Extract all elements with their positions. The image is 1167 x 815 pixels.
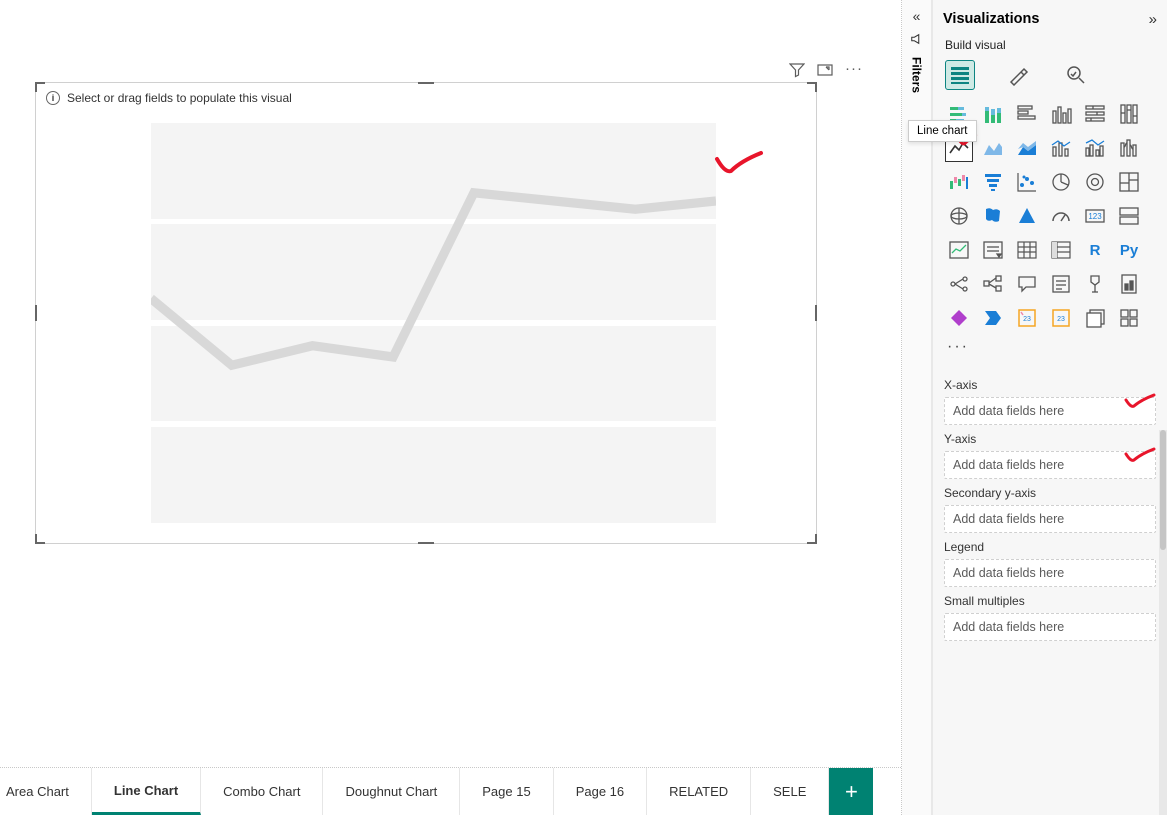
expand-filters-icon[interactable]: «	[913, 8, 921, 24]
build-visual-label: Build visual	[933, 38, 1167, 56]
field-well-label: X-axis	[944, 378, 1156, 392]
decomposition-tree-icon[interactable]	[979, 270, 1007, 298]
field-well-dropzone[interactable]: Add data fields here	[944, 451, 1156, 479]
page-tab[interactable]: SELE	[751, 768, 829, 815]
power-apps-icon[interactable]	[945, 304, 973, 332]
analytics-tab[interactable]	[1061, 60, 1091, 90]
format-visual-tab[interactable]	[1003, 60, 1033, 90]
table-icon[interactable]	[1013, 236, 1041, 264]
filter-icon[interactable]	[789, 62, 805, 83]
field-well-label: Secondary y-axis	[944, 486, 1156, 500]
clustered-bar-chart-icon[interactable]	[1013, 100, 1041, 128]
svg-text:23: 23	[1023, 316, 1031, 323]
field-wells: X-axis Add data fields here Y-axis Add data…	[933, 364, 1167, 815]
goals-icon[interactable]	[1081, 270, 1109, 298]
arcgis-icon[interactable]: 23	[1013, 304, 1041, 332]
announce-icon	[910, 32, 924, 49]
kpi-icon[interactable]	[945, 236, 973, 264]
field-well-dropzone[interactable]: Add data fields here	[944, 613, 1156, 641]
stacked-area-chart-icon[interactable]	[1013, 134, 1041, 162]
scatter-chart-icon[interactable]	[1013, 168, 1041, 196]
visual-header-toolbar: ···	[789, 62, 863, 83]
card-icon[interactable]: 123	[1081, 202, 1109, 230]
multi-row-card-icon[interactable]	[1115, 202, 1143, 230]
filters-label[interactable]: Filters	[910, 57, 924, 93]
field-well-label: Legend	[944, 540, 1156, 554]
svg-text:23: 23	[1057, 316, 1065, 323]
more-options-icon[interactable]: ···	[845, 60, 863, 77]
chart-placeholder	[151, 123, 716, 513]
page-tabs: Area ChartLine ChartCombo ChartDoughnut …	[0, 767, 901, 815]
hundred-stacked-column-icon[interactable]	[1115, 100, 1143, 128]
line-clustered-column-icon[interactable]	[1081, 134, 1109, 162]
add-page-button[interactable]: +	[829, 768, 873, 815]
slicer-icon[interactable]	[979, 236, 1007, 264]
pane-mode-switch	[933, 56, 1167, 90]
visual-hint-text: Select or drag fields to populate this v…	[67, 91, 292, 105]
gauge-icon[interactable]	[1047, 202, 1075, 230]
visualizations-title: Visualizations	[943, 11, 1039, 27]
svg-text:123: 123	[1088, 212, 1102, 221]
field-well-dropzone[interactable]: Add data fields here	[944, 505, 1156, 533]
field-well-label: Small multiples	[944, 594, 1156, 608]
scrollbar[interactable]	[1159, 430, 1167, 815]
r-visual-icon[interactable]: R	[1081, 236, 1109, 264]
tooltip-line-chart: Line chart	[908, 120, 977, 142]
donut-chart-icon[interactable]	[1081, 168, 1109, 196]
script-visual-icon[interactable]: 23	[1047, 304, 1075, 332]
focus-mode-icon[interactable]	[817, 62, 833, 83]
ribbon-chart-icon[interactable]	[1115, 134, 1143, 162]
treemap-icon[interactable]	[1115, 168, 1143, 196]
qa-visual-icon[interactable]	[1013, 270, 1041, 298]
visualizations-pane: Visualizations » Build visual Line chart	[932, 0, 1167, 815]
power-automate-icon[interactable]	[979, 304, 1007, 332]
waterfall-chart-icon[interactable]	[945, 168, 973, 196]
get-more-visuals-icon[interactable]	[1115, 304, 1143, 332]
report-canvas[interactable]: ··· i Select or drag fields to populate …	[0, 0, 902, 815]
clustered-column-chart-icon[interactable]	[1047, 100, 1075, 128]
area-chart-icon[interactable]	[979, 134, 1007, 162]
azure-map-icon[interactable]	[1013, 202, 1041, 230]
python-visual-icon[interactable]: Py	[1115, 236, 1143, 264]
page-tab[interactable]: Page 15	[460, 768, 553, 815]
visual-container[interactable]: i Select or drag fields to populate this…	[35, 82, 817, 544]
visual-placeholder-hint: i Select or drag fields to populate this…	[46, 91, 292, 105]
annotation-check-canvas	[713, 147, 765, 179]
narrative-icon[interactable]	[1047, 270, 1075, 298]
page-tab[interactable]: Line Chart	[92, 768, 201, 815]
stacked-column-chart-icon[interactable]	[979, 100, 1007, 128]
field-well-label: Y-axis	[944, 432, 1156, 446]
map-icon[interactable]	[945, 202, 973, 230]
filled-map-icon[interactable]	[979, 202, 1007, 230]
page-tab[interactable]: RELATED	[647, 768, 751, 815]
key-influencers-icon[interactable]	[945, 270, 973, 298]
funnel-chart-icon[interactable]	[979, 168, 1007, 196]
field-well-dropzone[interactable]: Add data fields here	[944, 559, 1156, 587]
more-visuals-icon[interactable]: ···	[933, 338, 1167, 364]
build-visual-tab[interactable]	[945, 60, 975, 90]
expand-pane-icon[interactable]: »	[1149, 11, 1157, 28]
page-tab[interactable]: Doughnut Chart	[323, 768, 460, 815]
custom-visual-icon[interactable]	[1081, 304, 1109, 332]
pie-chart-icon[interactable]	[1047, 168, 1075, 196]
info-icon: i	[46, 91, 60, 105]
paginated-report-icon[interactable]	[1115, 270, 1143, 298]
matrix-icon[interactable]	[1047, 236, 1075, 264]
page-tab[interactable]: Area Chart	[0, 768, 92, 815]
page-tab[interactable]: Page 16	[554, 768, 647, 815]
hundred-stacked-bar-icon[interactable]	[1081, 100, 1109, 128]
line-stacked-column-icon[interactable]	[1047, 134, 1075, 162]
field-well-dropzone[interactable]: Add data fields here	[944, 397, 1156, 425]
page-tab[interactable]: Combo Chart	[201, 768, 323, 815]
